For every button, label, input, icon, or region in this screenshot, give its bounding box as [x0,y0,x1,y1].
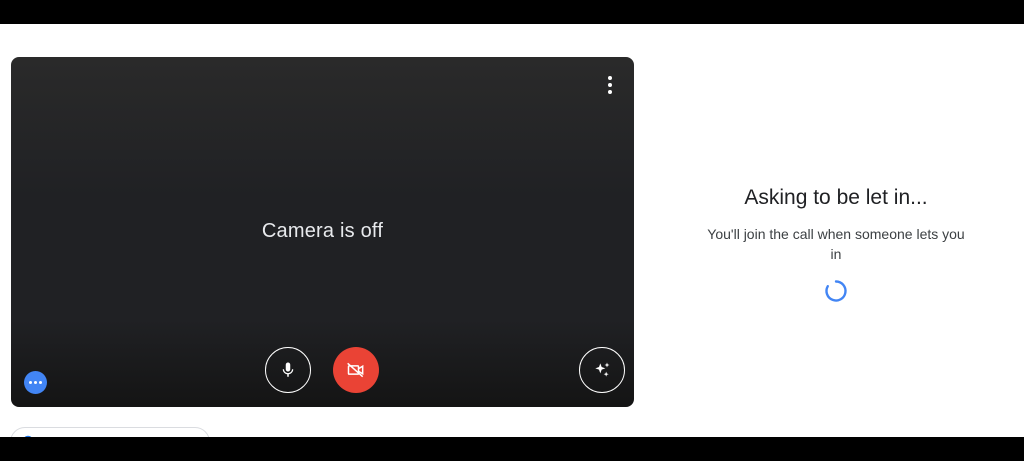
visual-effects-button[interactable] [579,347,625,393]
camera-off-label: Camera is off [261,220,384,242]
preview-more-button[interactable] [24,371,47,394]
bottom-black-bar [0,437,1024,461]
more-options-button[interactable] [600,75,620,95]
loading-spinner-icon [825,280,847,302]
videocam-off-icon [347,362,364,378]
asking-title: Asking to be let in... [744,186,928,209]
microphone-button[interactable] [265,347,311,393]
waiting-panel: Asking to be let in... You'll join the c… [690,186,982,264]
more-vert-icon [608,76,612,80]
top-black-bar [0,0,1024,24]
sparkle-effects-icon [595,362,610,377]
camera-preview: Camera is off [11,57,634,407]
mic-icon [282,362,294,377]
camera-toggle-button[interactable] [333,347,379,393]
asking-message: You'll join the call when someone lets y… [707,226,965,262]
